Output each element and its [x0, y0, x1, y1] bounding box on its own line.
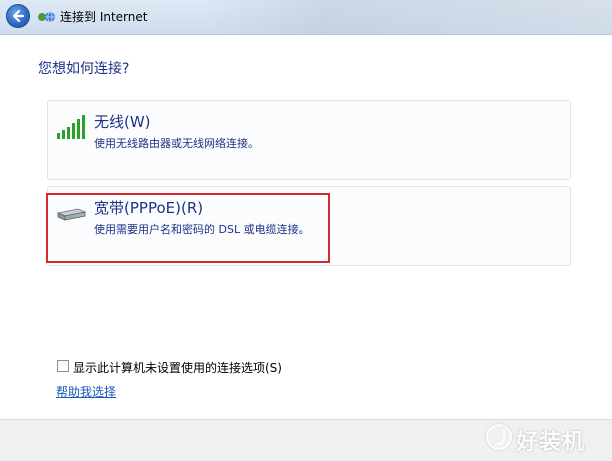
watermark: 好装机	[482, 418, 612, 458]
wireless-signal-icon	[57, 115, 85, 139]
title-bar-background	[200, 0, 612, 34]
option-description: 使用需要用户名和密码的 DSL 或电缆连接。	[94, 223, 310, 236]
help-link[interactable]: 帮助我选择	[56, 383, 116, 400]
watermark-text: 好装机	[516, 430, 586, 455]
option-broadband[interactable]: 宽带(PPPoE)(R) 使用需要用户名和密码的 DSL 或电缆连接。	[47, 186, 571, 266]
window-title: 连接到 Internet	[60, 10, 148, 24]
show-unconfigured-label[interactable]: 显示此计算机未设置使用的连接选项(S)	[73, 359, 282, 376]
option-wireless[interactable]: 无线(W) 使用无线路由器或无线网络连接。	[47, 100, 571, 180]
network-globe-icon	[38, 11, 55, 23]
back-button[interactable]	[6, 4, 30, 28]
option-title: 宽带(PPPoE)(R)	[94, 199, 204, 217]
option-description: 使用无线路由器或无线网络连接。	[94, 137, 259, 150]
show-unconfigured-checkbox[interactable]	[57, 360, 69, 372]
title-bar: 连接到 Internet	[0, 0, 612, 35]
back-arrow-icon	[12, 9, 25, 23]
page-heading: 您想如何连接?	[38, 61, 130, 77]
option-title: 无线(W)	[94, 113, 151, 131]
modem-icon	[56, 208, 86, 221]
watermark-logo-icon	[486, 424, 512, 450]
